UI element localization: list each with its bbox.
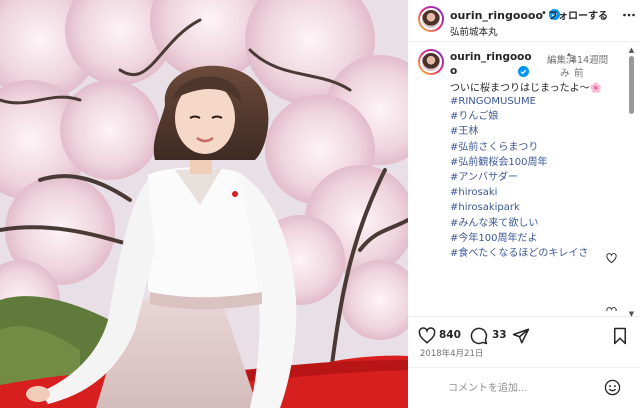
- edited-label-wrap: み: [560, 68, 570, 79]
- header-separator: •: [541, 8, 547, 19]
- photo-illustration: [0, 0, 408, 408]
- post-photo[interactable]: [0, 0, 408, 408]
- post-side-panel: ourin_ringoooo • フォローする 弘前城本丸 ourin_ring…: [408, 0, 640, 408]
- hashtag-link[interactable]: #RINGOMUSUME: [450, 94, 588, 109]
- more-options-icon[interactable]: [622, 8, 636, 22]
- comment-like-heart-icon[interactable]: [606, 307, 617, 311]
- hashtag-link[interactable]: #hirosaki: [450, 185, 588, 200]
- post-age[interactable]: 414週間: [571, 52, 608, 66]
- hashtag-link[interactable]: #アンバサダー: [450, 170, 588, 185]
- caption-section: ourin_ringooo o 編集済 み • 414週間 前 ついに桜まつりは…: [408, 43, 630, 311]
- likes-count[interactable]: 840: [439, 329, 461, 341]
- hashtag-link[interactable]: #王林: [450, 124, 588, 139]
- heart-icon[interactable]: [418, 327, 436, 345]
- caption-username[interactable]: ourin_ringooo: [450, 51, 532, 63]
- caption-scrollbar[interactable]: ▲ ▼: [627, 46, 636, 318]
- hashtag-link[interactable]: #みんな来て欲しい: [450, 216, 588, 231]
- comment-icon[interactable]: [470, 327, 488, 345]
- comment-like-heart-icon[interactable]: [606, 253, 617, 264]
- hashtag-link[interactable]: #食べたくなるほどのキレイさ: [450, 246, 588, 261]
- scroll-down-arrow-icon[interactable]: ▼: [627, 310, 636, 318]
- post-date[interactable]: 2018年4月21日: [420, 347, 483, 359]
- hashtag-link[interactable]: #弘前観桜会100周年: [450, 155, 588, 170]
- share-icon[interactable]: [512, 327, 530, 345]
- scrollbar-thumb[interactable]: [629, 56, 634, 114]
- caption-username-wrap[interactable]: o: [450, 65, 457, 77]
- verified-badge-icon: [518, 66, 529, 77]
- hashtag-link[interactable]: #今年100周年だよ: [450, 231, 588, 246]
- hashtag-link[interactable]: #りんご娘: [450, 109, 588, 124]
- caption-avatar[interactable]: [418, 49, 444, 75]
- hashtag-link[interactable]: #弘前さくらまつり: [450, 140, 588, 155]
- post-location[interactable]: 弘前城本丸: [450, 24, 498, 38]
- avatar[interactable]: [418, 6, 444, 32]
- hashtag-link[interactable]: #hirosakipark: [450, 200, 588, 215]
- post-header: ourin_ringoooo • フォローする 弘前城本丸: [408, 0, 640, 42]
- post-age-wrap[interactable]: 前: [574, 65, 584, 79]
- post-actions: 840 33: [408, 316, 640, 346]
- comments-count[interactable]: 33: [492, 329, 507, 341]
- caption-username-text[interactable]: ourin_ringooo: [450, 51, 532, 63]
- emoji-icon[interactable]: [604, 379, 621, 396]
- header-username-text[interactable]: ourin_ringoooo: [450, 9, 543, 22]
- caption-text: ついに桜まつりはじまったよ〜🌸: [450, 83, 603, 94]
- comment-input[interactable]: [448, 378, 598, 398]
- comment-bar: [408, 367, 640, 408]
- hashtag-list: #RINGOMUSUME #りんご娘 #王林 #弘前さくらまつり #弘前観桜会1…: [450, 94, 588, 261]
- scroll-up-arrow-icon[interactable]: ▲: [627, 46, 636, 54]
- follow-button[interactable]: フォローする: [548, 7, 608, 22]
- bookmark-icon[interactable]: [611, 327, 629, 345]
